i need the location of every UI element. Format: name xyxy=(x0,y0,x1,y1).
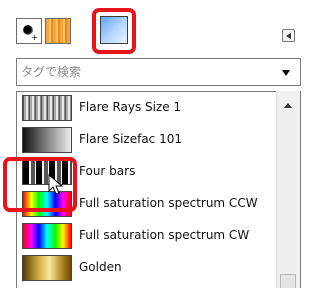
list-item[interactable]: Full saturation spectrum CW xyxy=(17,220,279,252)
gradient-preview xyxy=(22,95,72,121)
scroll-up-icon[interactable] xyxy=(284,103,292,108)
gradient-preview xyxy=(22,255,72,281)
mouse-pointer-icon xyxy=(48,174,64,195)
list-item[interactable]: Golden xyxy=(17,252,279,284)
gradients-tab-highlight xyxy=(92,8,136,54)
gradient-name: Flare Rays Size 1 xyxy=(79,100,182,114)
gradient-name: Four bars xyxy=(79,164,136,178)
scrollbar-thumb[interactable] xyxy=(280,274,296,288)
gradient-name: Golden xyxy=(79,260,122,274)
list-scrollbar[interactable] xyxy=(276,91,300,288)
gradient-preview xyxy=(22,127,72,153)
gradients-panel: + Flare Rays Size 1 Flare Sizefac 101 Fo… xyxy=(0,0,311,288)
tag-filter-combo[interactable] xyxy=(16,58,301,86)
patterns-tab[interactable] xyxy=(45,18,71,44)
gradient-preview xyxy=(22,223,72,249)
plus-icon: + xyxy=(31,33,38,42)
panel-menu-button[interactable] xyxy=(282,29,295,42)
gradient-name: Flare Sizefac 101 xyxy=(79,132,182,146)
list-item[interactable]: Flare Rays Size 1 xyxy=(17,92,279,124)
tag-filter-input[interactable] xyxy=(21,62,271,82)
list-item[interactable]: Flare Sizefac 101 xyxy=(17,124,279,156)
dropdown-arrow-icon[interactable] xyxy=(282,70,290,76)
brushes-tab[interactable]: + xyxy=(16,18,42,44)
gradient-name: Full saturation spectrum CCW xyxy=(79,196,258,210)
gradient-name: Full saturation spectrum CW xyxy=(79,228,250,242)
